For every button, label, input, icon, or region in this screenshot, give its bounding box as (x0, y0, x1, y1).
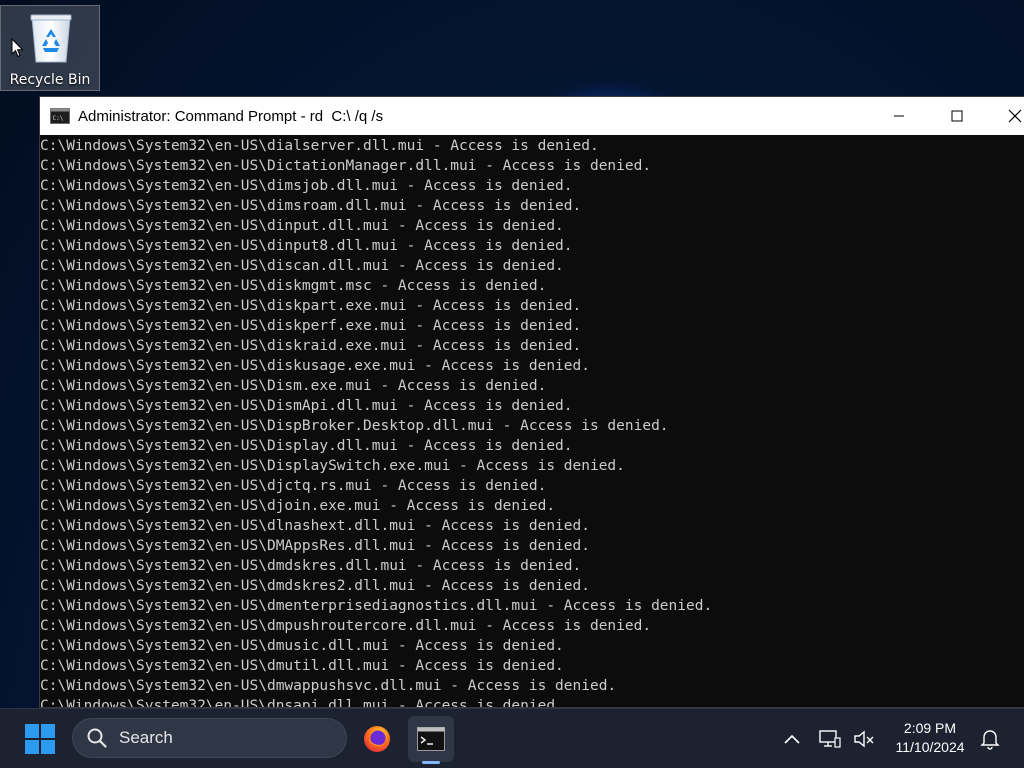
network-icon (819, 730, 841, 748)
clock-date: 11/10/2024 (895, 739, 965, 755)
console-line: C:\Windows\System32\en-US\dimsroam.dll.m… (40, 198, 582, 214)
console-line: C:\Windows\System32\en-US\dlnashext.dll.… (40, 518, 590, 534)
tray-notifications-button[interactable] (978, 727, 1002, 751)
console-line: C:\Windows\System32\en-US\dinput8.dll.mu… (40, 238, 573, 254)
command-prompt-window[interactable]: C:\ Administrator: Command Prompt - rd C… (39, 96, 1024, 708)
console-line: C:\Windows\System32\en-US\djoin.exe.mui … (40, 498, 556, 514)
taskbar: 2:09 PM 11/10/2024 (0, 708, 1024, 768)
mouse-cursor-icon (11, 38, 24, 58)
volume-muted-icon (854, 730, 874, 748)
console-line: C:\Windows\System32\en-US\diskpart.exe.m… (40, 298, 582, 314)
svg-text:C:\: C:\ (53, 115, 64, 122)
chevron-up-icon (784, 734, 800, 744)
search-input[interactable] (117, 727, 321, 749)
console-line: C:\Windows\System32\en-US\diskperf.exe.m… (40, 318, 582, 334)
console-line: C:\Windows\System32\en-US\DisplaySwitch.… (40, 458, 625, 474)
console-line: C:\Windows\System32\en-US\dmpushrouterco… (40, 618, 652, 634)
console-line: C:\Windows\System32\en-US\discan.dll.mui… (40, 258, 564, 274)
command-prompt-icon: C:\ (50, 108, 70, 124)
tray-network-button[interactable] (818, 727, 842, 751)
window-title: Administrator: Command Prompt - rd C:\ /… (78, 107, 384, 125)
console-line: C:\Windows\System32\en-US\dmdskres2.dll.… (40, 578, 590, 594)
console-line: C:\Windows\System32\en-US\dmenterprisedi… (40, 598, 713, 614)
console-line: C:\Windows\System32\en-US\DismApi.dll.mu… (40, 398, 573, 414)
console-line: C:\Windows\System32\en-US\DMAppsRes.dll.… (40, 538, 590, 554)
console-line: C:\Windows\System32\en-US\dmutil.dll.mui… (40, 658, 564, 674)
console-line: C:\Windows\System32\en-US\DictationManag… (40, 158, 652, 174)
active-app-indicator (422, 761, 440, 764)
close-icon (1008, 109, 1022, 123)
console-line: C:\Windows\System32\en-US\diskraid.exe.m… (40, 338, 582, 354)
maximize-icon (951, 110, 963, 122)
console-line: C:\Windows\System32\en-US\djctq.rs.mui -… (40, 478, 547, 494)
minimize-icon (894, 115, 904, 117)
taskbar-search[interactable] (72, 718, 347, 758)
windows-start-icon (25, 724, 55, 754)
search-icon (87, 728, 107, 748)
window-titlebar[interactable]: C:\ Administrator: Command Prompt - rd C… (40, 97, 1024, 135)
console-line: C:\Windows\System32\en-US\dnsapi.dll.mui… (40, 698, 564, 707)
console-line: C:\Windows\System32\en-US\diskusage.exe.… (40, 358, 590, 374)
command-prompt-icon (417, 727, 445, 751)
tray-volume-button[interactable] (852, 727, 876, 751)
taskbar-clock[interactable]: 2:09 PM 11/10/2024 (884, 719, 976, 757)
console-line: C:\Windows\System32\en-US\DispBroker.Des… (40, 418, 669, 434)
start-button[interactable] (20, 723, 60, 755)
recycle-bin-label: Recycle Bin (9, 72, 91, 88)
firefox-icon (364, 726, 390, 752)
close-button[interactable] (986, 97, 1024, 135)
taskbar-app-command-prompt[interactable] (408, 716, 454, 764)
tray-show-hidden-button[interactable] (780, 727, 804, 751)
minimize-button[interactable] (870, 97, 928, 135)
clock-time: 2:09 PM (903, 720, 957, 736)
console-line: C:\Windows\System32\en-US\dmdskres.dll.m… (40, 558, 582, 574)
console-line: C:\Windows\System32\en-US\dmwappushsvc.d… (40, 678, 617, 694)
console-line: C:\Windows\System32\en-US\dmusic.dll.mui… (40, 638, 564, 654)
console-output[interactable]: C:\Windows\System32\en-US\dialserver.dll… (40, 135, 1024, 707)
console-line: C:\Windows\System32\en-US\dinput.dll.mui… (40, 218, 564, 234)
console-line: C:\Windows\System32\en-US\dialserver.dll… (40, 138, 599, 154)
console-line: C:\Windows\System32\en-US\dimsjob.dll.mu… (40, 178, 573, 194)
console-line: C:\Windows\System32\en-US\Display.dll.mu… (40, 438, 573, 454)
taskbar-app-firefox[interactable] (354, 716, 400, 762)
recycle-bin-icon (30, 14, 72, 63)
notification-bell-icon (980, 730, 1000, 750)
console-line: C:\Windows\System32\en-US\diskmgmt.msc -… (40, 278, 547, 294)
maximize-button[interactable] (928, 97, 986, 135)
console-line: C:\Windows\System32\en-US\Dism.exe.mui -… (40, 378, 547, 394)
